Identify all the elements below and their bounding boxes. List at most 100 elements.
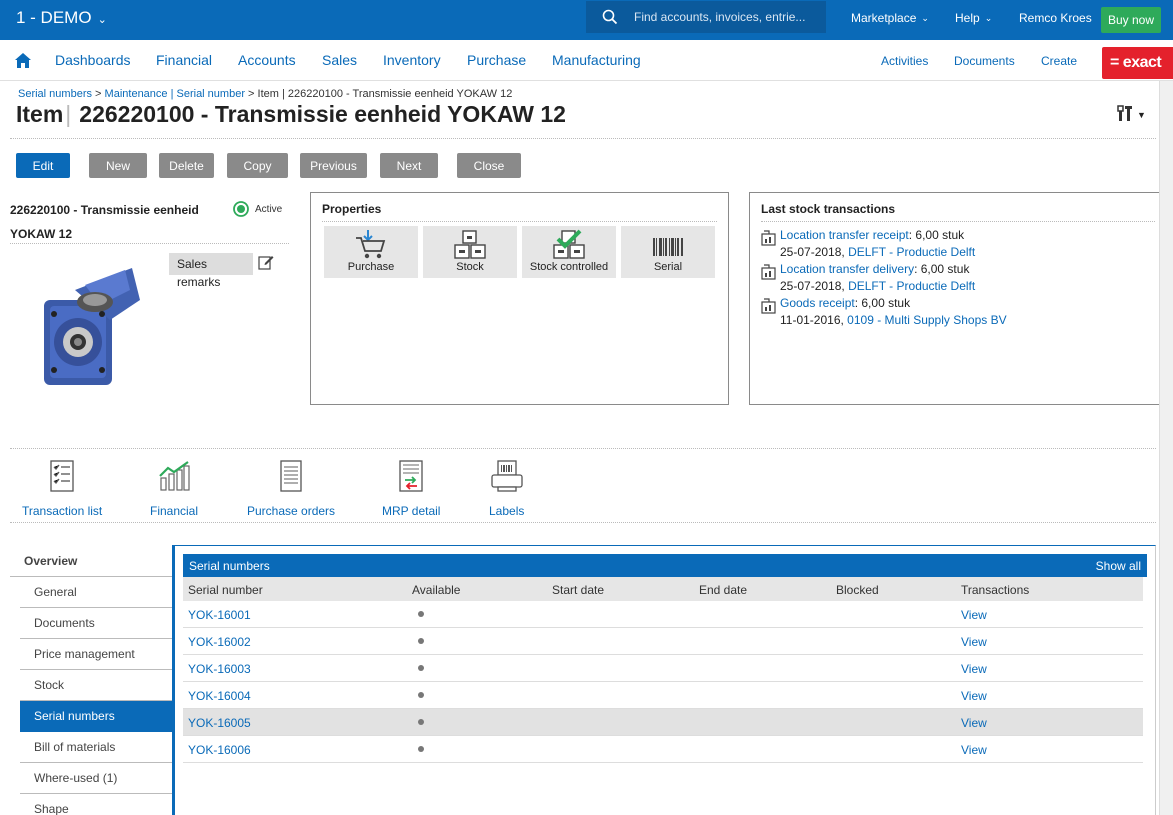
view-transactions-link[interactable]: View (961, 716, 987, 730)
column-transactions[interactable]: Transactions (961, 583, 1029, 597)
nav-manufacturing[interactable]: Manufacturing (552, 52, 641, 68)
property-stock-controlled-label: Stock controlled (529, 261, 609, 273)
menu-general[interactable]: General (20, 577, 172, 608)
transaction-type-link[interactable]: Location transfer delivery (780, 262, 914, 276)
stock-transactions-title: Last stock transactions (761, 202, 896, 216)
transaction-date: 11-01-2016, (780, 313, 848, 327)
serial-number-link[interactable]: YOK-16005 (188, 716, 251, 730)
menu-price-management[interactable]: Price management (20, 639, 172, 670)
available-dot (418, 665, 424, 671)
status-badge: Active (233, 201, 282, 217)
serial-number-link[interactable]: YOK-16003 (188, 662, 251, 676)
breadcrumb-maintenance[interactable]: Maintenance | Serial number (105, 88, 245, 100)
property-stock-controlled[interactable]: Stock controlled (522, 226, 616, 278)
shortcut-labels[interactable]: Labels (489, 460, 524, 518)
properties-title: Properties (322, 202, 382, 216)
property-stock-label: Stock (456, 261, 484, 273)
property-stock[interactable]: Stock (423, 226, 517, 278)
edit-remarks-icon[interactable] (258, 254, 274, 273)
column-blocked[interactable]: Blocked (836, 583, 879, 597)
shortcut-financial[interactable]: Financial (150, 460, 198, 518)
nav-create[interactable]: Create (1041, 54, 1077, 68)
breadcrumb-current: Item | 226220100 - Transmissie eenheid Y… (257, 88, 513, 100)
next-button[interactable]: Next (380, 153, 438, 178)
search-box[interactable] (586, 1, 826, 33)
tools-menu[interactable]: ▼ (1117, 105, 1146, 124)
nav-dashboards[interactable]: Dashboards (55, 52, 131, 68)
previous-button[interactable]: Previous (300, 153, 367, 178)
divider (10, 522, 1156, 523)
show-all-link[interactable]: Show all (1096, 559, 1141, 573)
available-dot (418, 611, 424, 617)
title-separator: | (65, 101, 72, 127)
home-icon[interactable] (14, 52, 32, 72)
shortcut-purchase-orders[interactable]: Purchase orders (247, 460, 335, 518)
title-text: 226220100 - Transmissie eenheid YOKAW 12 (79, 101, 566, 127)
mrp-document-icon (399, 460, 423, 495)
transaction-icon (761, 264, 777, 285)
transaction-location-link[interactable]: 0109 - Multi Supply Shops BV (847, 313, 1006, 327)
nav-activities[interactable]: Activities (881, 54, 928, 68)
transaction-icon (761, 230, 777, 251)
shortcut-transaction-list[interactable]: Transaction list (22, 460, 102, 518)
copy-button[interactable]: Copy (227, 153, 288, 178)
transaction-location-link[interactable]: DELFT - Productie Delft (848, 279, 975, 293)
search-input[interactable] (634, 10, 814, 24)
marketplace-label: Marketplace (851, 11, 917, 25)
buy-now-button[interactable]: Buy now (1101, 7, 1161, 33)
column-end-date[interactable]: End date (699, 583, 747, 597)
shortcut-mrp-detail[interactable]: MRP detail (382, 460, 440, 518)
serial-number-link[interactable]: YOK-16002 (188, 635, 251, 649)
delete-button[interactable]: Delete (159, 153, 214, 178)
table-header: Serial number Available Start date End d… (183, 577, 1143, 601)
view-transactions-link[interactable]: View (961, 635, 987, 649)
close-button[interactable]: Close (457, 153, 521, 178)
nav-financial[interactable]: Financial (156, 52, 212, 68)
view-transactions-link[interactable]: View (961, 689, 987, 703)
main-nav: Dashboards Financial Accounts Sales Inve… (0, 40, 1173, 81)
divider (10, 138, 1156, 139)
nav-inventory[interactable]: Inventory (383, 52, 441, 68)
menu-stock[interactable]: Stock (20, 670, 172, 701)
edit-button[interactable]: Edit (16, 153, 70, 178)
menu-bill-of-materials[interactable]: Bill of materials (20, 732, 172, 763)
divider (10, 448, 1156, 449)
document-icon (280, 460, 302, 495)
company-selector[interactable]: 1 - DEMO ⌄ (16, 8, 107, 28)
company-name: 1 - DEMO (16, 8, 92, 27)
shortcut-labels-label: Labels (489, 504, 525, 518)
nav-documents[interactable]: Documents (954, 54, 1015, 68)
nav-purchase[interactable]: Purchase (467, 52, 526, 68)
serial-number-link[interactable]: YOK-16001 (188, 608, 251, 622)
new-button[interactable]: New (89, 153, 147, 178)
column-serial-number[interactable]: Serial number (188, 583, 263, 597)
menu-shape[interactable]: Shape (20, 794, 172, 815)
breadcrumb-serial-numbers[interactable]: Serial numbers (18, 88, 92, 100)
view-transactions-link[interactable]: View (961, 662, 987, 676)
serial-number-link[interactable]: YOK-16006 (188, 743, 251, 757)
menu-overview[interactable]: Overview (10, 545, 172, 577)
user-menu[interactable]: Remco Kroes (1019, 11, 1092, 25)
remarks-label: remarks (177, 275, 221, 289)
transaction-type-link[interactable]: Location transfer receipt (780, 228, 909, 242)
view-transactions-link[interactable]: View (961, 743, 987, 757)
help-label: Help (955, 11, 980, 25)
transaction-type-link[interactable]: Goods receipt (780, 296, 855, 310)
marketplace-menu[interactable]: Marketplace ⌄ (851, 11, 929, 25)
menu-where-used[interactable]: Where-used (1) (20, 763, 172, 794)
page-scrollbar[interactable] (1159, 81, 1173, 815)
column-start-date[interactable]: Start date (552, 583, 604, 597)
view-transactions-link[interactable]: View (961, 608, 987, 622)
nav-accounts[interactable]: Accounts (238, 52, 296, 68)
property-purchase[interactable]: Purchase (324, 226, 418, 278)
transaction-location-link[interactable]: DELFT - Productie Delft (848, 245, 975, 259)
transaction-qty: : 6,00 stuk (854, 296, 911, 310)
menu-serial-numbers[interactable]: Serial numbers (20, 701, 172, 732)
menu-documents[interactable]: Documents (20, 608, 172, 639)
column-available[interactable]: Available (412, 583, 460, 597)
serial-number-link[interactable]: YOK-16004 (188, 689, 251, 703)
transaction-qty: : 6,00 stuk (914, 262, 970, 276)
property-serial[interactable]: Serial (621, 226, 715, 278)
help-menu[interactable]: Help ⌄ (955, 11, 992, 25)
nav-sales[interactable]: Sales (322, 52, 357, 68)
